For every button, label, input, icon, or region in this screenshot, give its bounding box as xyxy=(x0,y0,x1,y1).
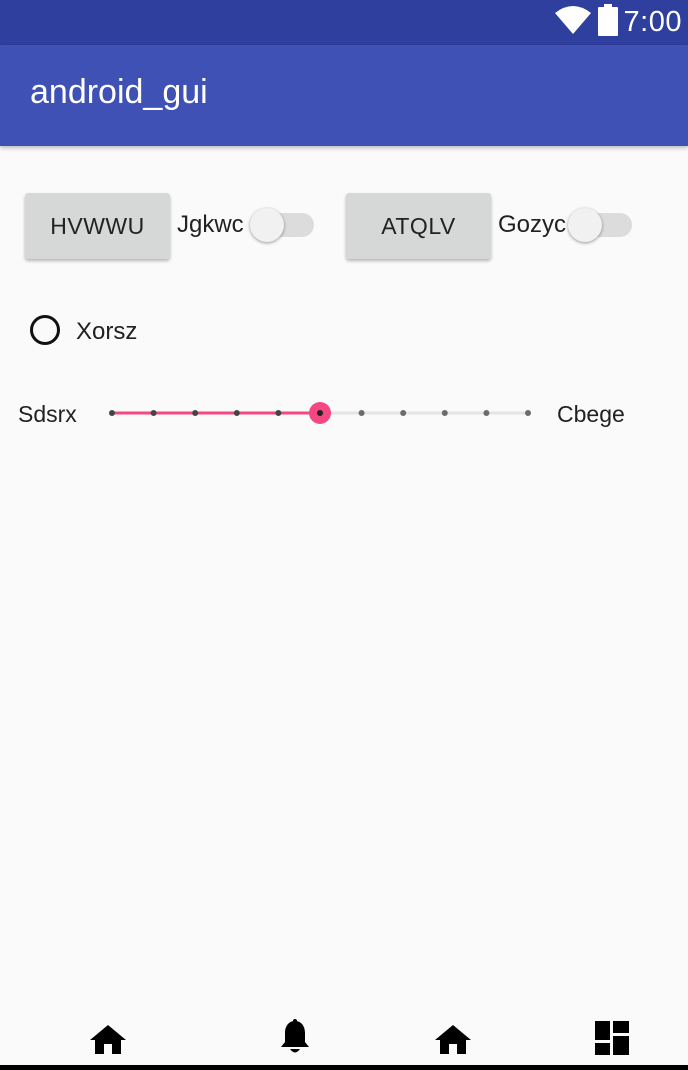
hvwwu-button[interactable]: HVWWU xyxy=(25,193,170,259)
app-bar: android_gui xyxy=(0,45,688,146)
seekbar-tick xyxy=(150,410,157,416)
status-bar: 7:00 xyxy=(0,0,688,45)
switch-thumb xyxy=(568,208,602,242)
seekbar-tick xyxy=(233,410,240,416)
seekbar-right-label: Cbege xyxy=(557,401,625,427)
battery-icon xyxy=(597,4,618,41)
seekbar-tick xyxy=(358,410,365,416)
seekbar-tick xyxy=(483,410,490,416)
radio-label: Xorsz xyxy=(76,318,138,345)
dashboard-icon[interactable] xyxy=(595,1021,629,1060)
app-title: android_gui xyxy=(30,73,208,111)
seekbar-tick xyxy=(441,410,448,416)
bottom-border xyxy=(0,1065,688,1070)
wifi-icon xyxy=(554,5,592,40)
notifications-icon[interactable] xyxy=(279,1019,311,1060)
seekbar-graphic xyxy=(109,402,531,424)
seekbar-tick xyxy=(525,410,531,416)
discrete-seekbar[interactable] xyxy=(100,398,540,428)
switch-thumb xyxy=(250,208,284,242)
seekbar-tick xyxy=(192,410,199,416)
home-icon[interactable] xyxy=(435,1023,471,1060)
radio-circle xyxy=(30,315,60,345)
seekbar-tick xyxy=(275,410,282,416)
seekbar-thumb-tick xyxy=(317,410,323,416)
status-icons: 7:00 xyxy=(554,0,682,45)
home-icon[interactable] xyxy=(90,1023,126,1060)
status-time: 7:00 xyxy=(623,6,682,38)
seekbar-tick xyxy=(109,410,115,416)
seekbar-tick xyxy=(400,410,407,416)
seekbar-left-label: Sdsrx xyxy=(18,401,77,427)
gozyc-switch-label: Gozyc xyxy=(498,211,567,238)
jgkwc-switch-label: Jgkwc xyxy=(177,211,244,238)
atqlv-button[interactable]: ATQLV xyxy=(346,193,491,259)
